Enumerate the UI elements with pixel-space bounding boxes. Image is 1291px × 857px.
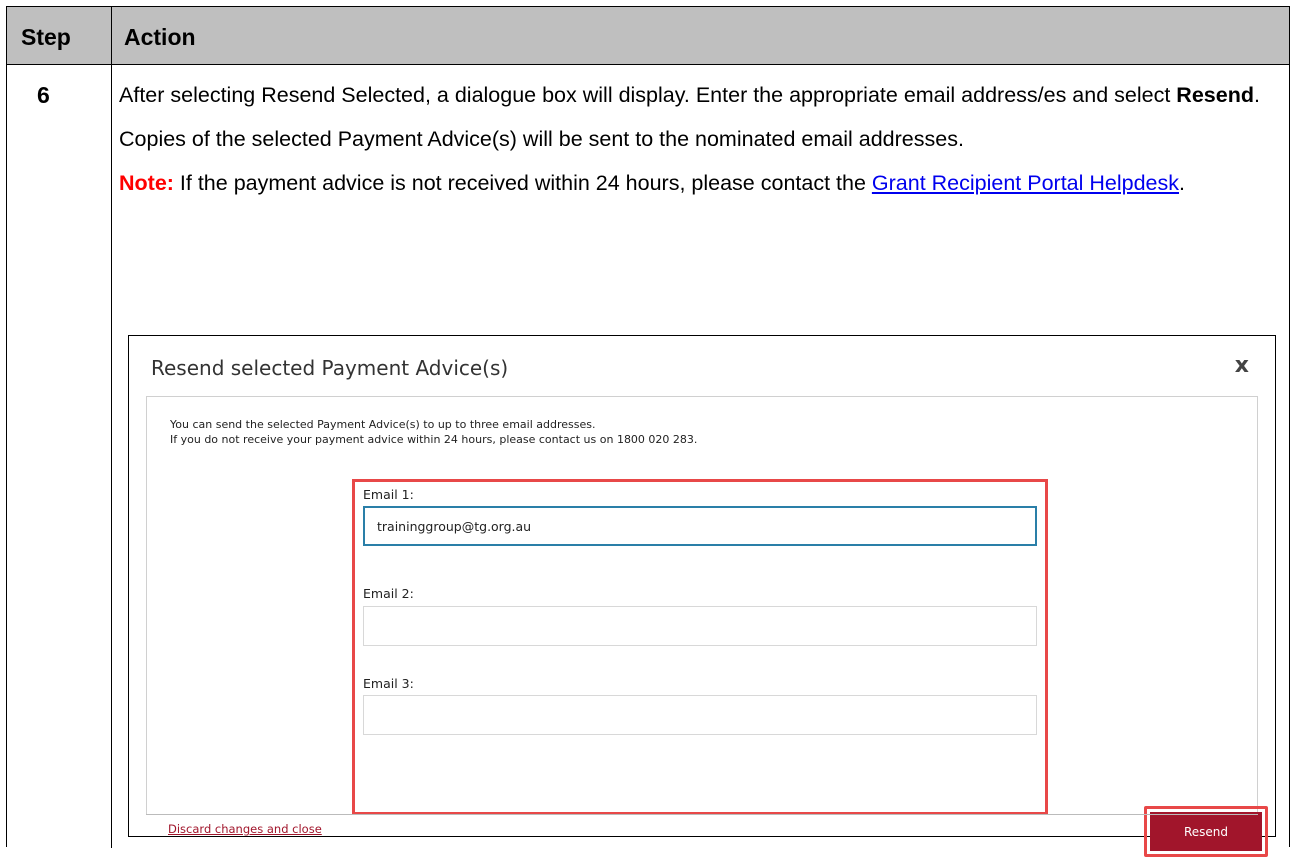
helpdesk-link[interactable]: Grant Recipient Portal Helpdesk xyxy=(872,171,1179,195)
action-cell: After selecting Resend Selected, a dialo… xyxy=(119,79,1279,211)
instruction-text: After selecting Resend Selected, a dialo… xyxy=(119,83,1177,107)
close-icon[interactable]: x xyxy=(1235,353,1249,378)
email-1-field[interactable] xyxy=(363,506,1037,546)
procedure-table: Step Action 6 After selecting Resend Sel… xyxy=(6,6,1290,857)
instruction-end: . xyxy=(1253,83,1260,107)
step-number: 6 xyxy=(37,82,50,108)
dialog-footer-divider xyxy=(146,814,1258,815)
dialog-title: Resend selected Payment Advice(s) xyxy=(151,356,509,380)
dialog-info: You can send the selected Payment Advice… xyxy=(170,417,697,447)
dialog-body: You can send the selected Payment Advice… xyxy=(146,396,1268,857)
discard-changes-link[interactable]: Discard changes and close xyxy=(168,822,322,836)
header-step: Step xyxy=(21,24,71,50)
note-label: Note: xyxy=(119,171,174,195)
email-3-label: Email 3: xyxy=(363,676,414,691)
email-fields-highlight: Email 1: Email 2: Email 3: xyxy=(352,479,1048,815)
email-2-label: Email 2: xyxy=(363,586,414,601)
info-line-1: You can send the selected Payment Advice… xyxy=(170,418,596,431)
note-end: . xyxy=(1179,171,1185,195)
info-line-2: If you do not receive your payment advic… xyxy=(170,433,698,446)
header-action: Action xyxy=(124,24,196,50)
email-2-field[interactable] xyxy=(363,606,1037,646)
note-text: If the payment advice is not received wi… xyxy=(173,171,872,195)
resend-dialog: Resend selected Payment Advice(s) x You … xyxy=(128,335,1276,857)
note-paragraph: Note: If the payment advice is not recei… xyxy=(119,167,1279,200)
column-divider xyxy=(111,7,112,848)
email-1-label: Email 1: xyxy=(363,487,414,502)
email-3-field[interactable] xyxy=(363,695,1037,735)
instruction-paragraph-2: Copies of the selected Payment Advice(s)… xyxy=(119,127,964,151)
instruction-paragraph-1: After selecting Resend Selected, a dialo… xyxy=(119,79,1279,112)
table-header-row: Step Action xyxy=(7,7,1289,65)
instruction-bold-resend: Resend xyxy=(1176,83,1254,107)
resend-button[interactable]: Resend xyxy=(1150,812,1262,851)
